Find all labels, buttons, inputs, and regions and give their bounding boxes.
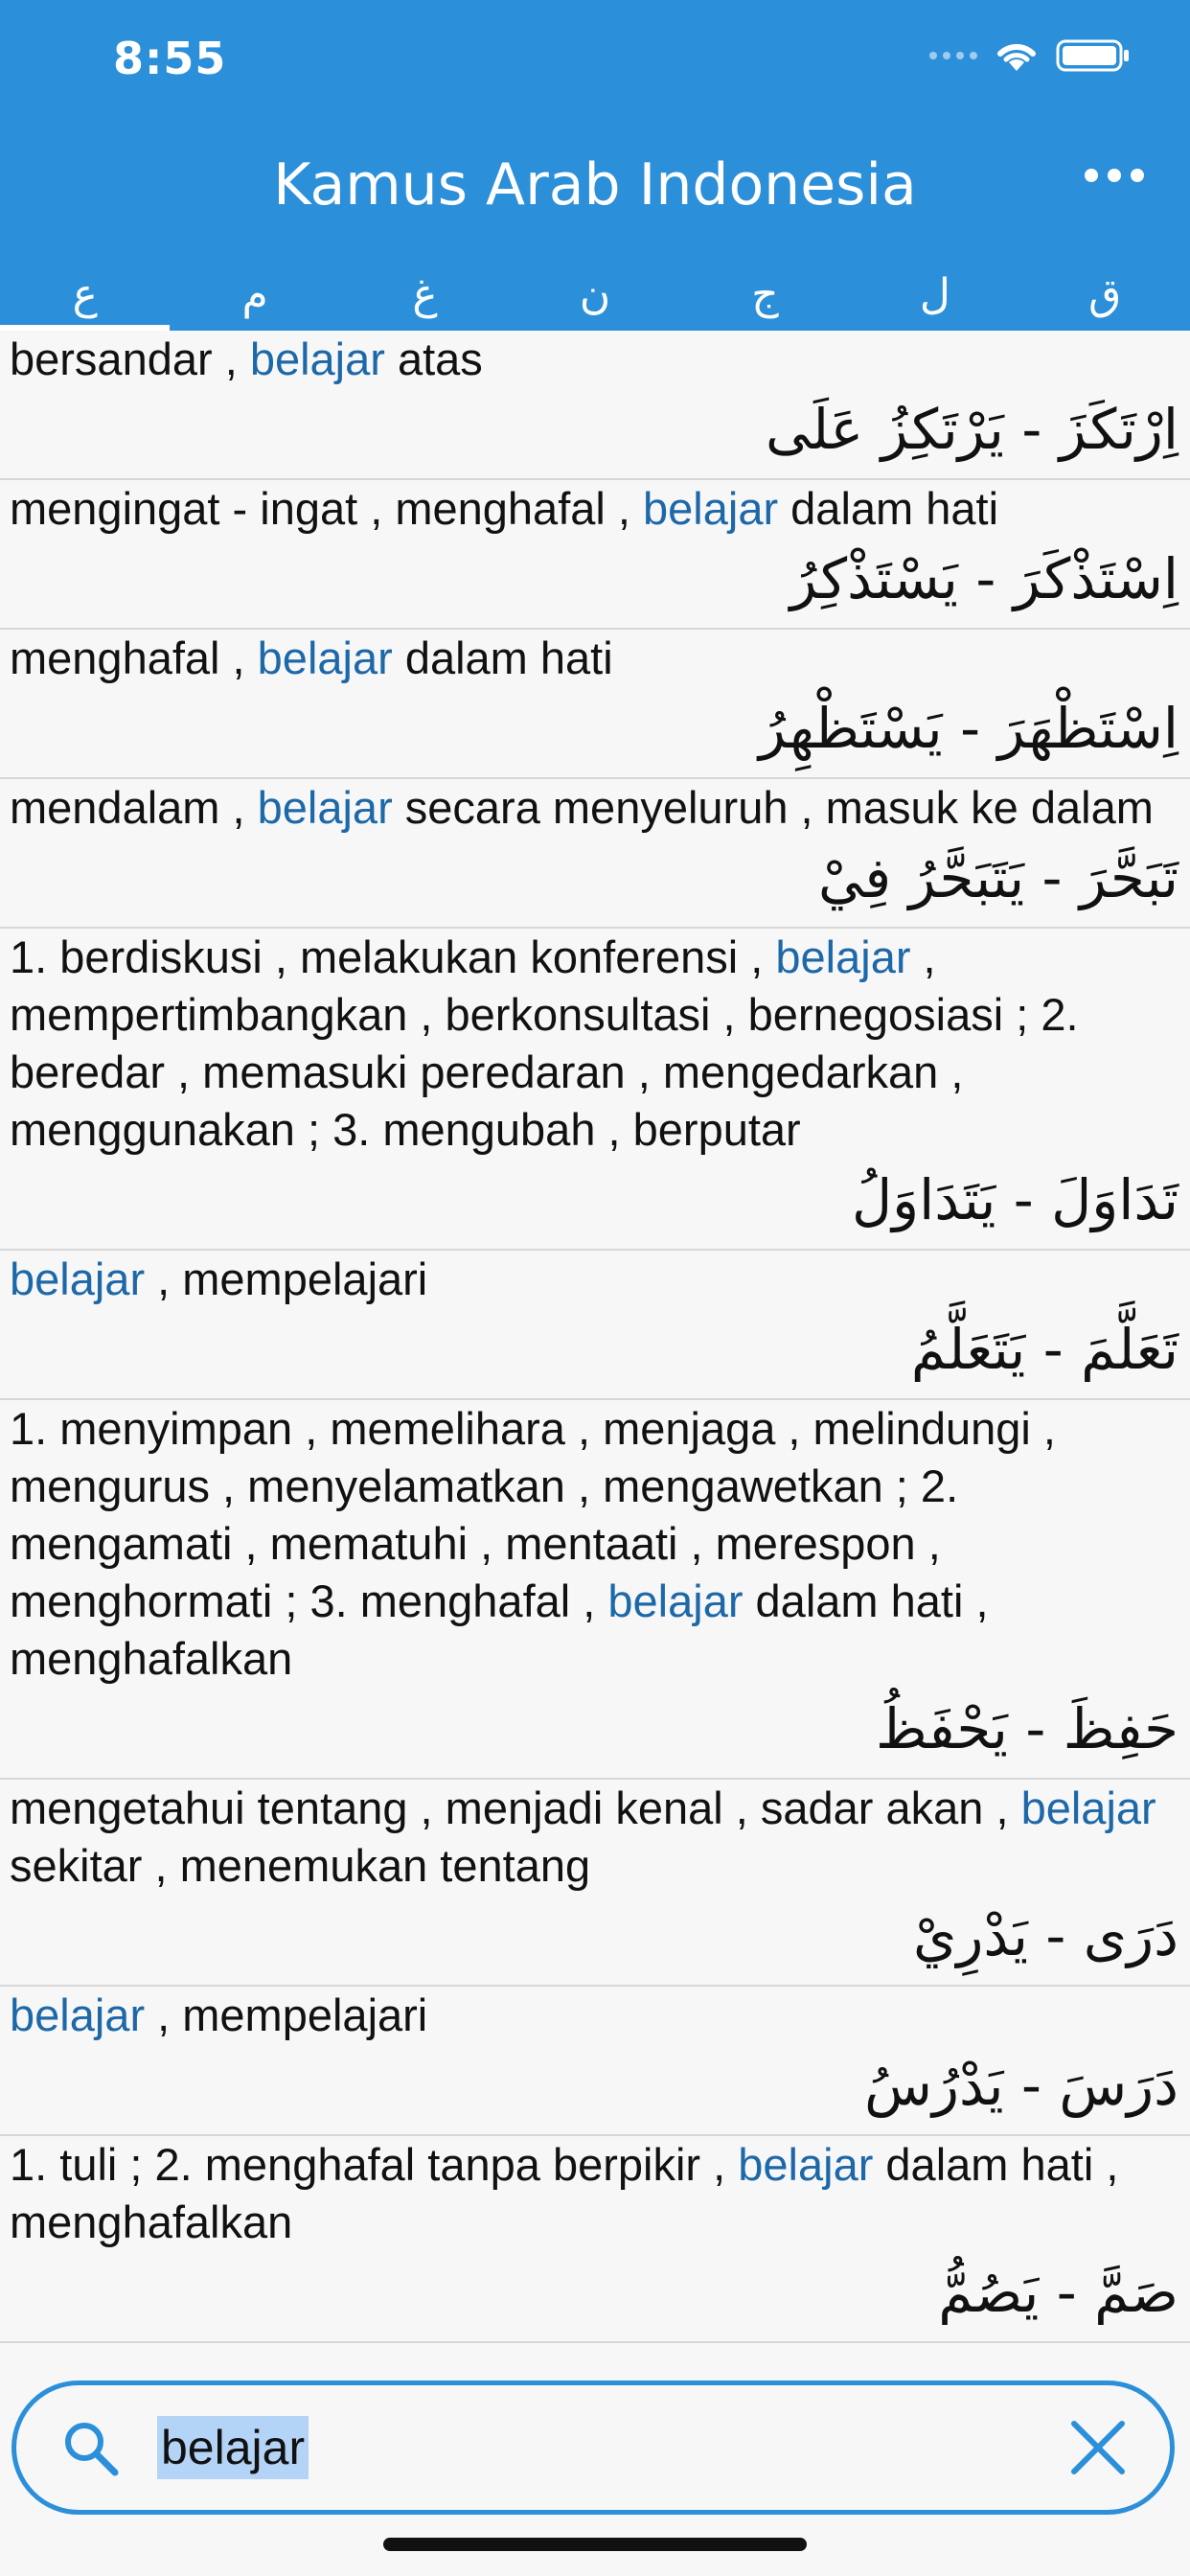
list-item[interactable]: 1. menyimpan , memelihara , menjaga , me…	[0, 1400, 1190, 1780]
entry-meaning: 1. menyimpan , memelihara , menjaga , me…	[10, 1403, 1056, 1684]
search-highlight: belajar	[10, 1990, 146, 2040]
entry-arabic: حَفِظَ - يَحْفَظُ	[875, 1696, 1179, 1761]
tab-mim[interactable]: م	[170, 259, 339, 331]
tab-qaf[interactable]: ق	[1020, 259, 1190, 331]
home-indicator	[383, 2538, 807, 2551]
tab-nun[interactable]: ن	[510, 259, 679, 331]
battery-icon	[1056, 39, 1129, 72]
entry-arabic: اِسْتَذْكَرَ - يَسْتَذْكِرُ	[790, 546, 1179, 611]
more-horizontal-icon[interactable]	[1085, 161, 1144, 190]
entry-meaning: belajar , mempelajari	[10, 1990, 428, 2040]
search-highlight: belajar	[10, 1254, 146, 1304]
list-item[interactable]: belajar , mempelajari دَرَسَ - يَدْرُسُ	[0, 1987, 1190, 2136]
list-item[interactable]: mendalam , belajar secara menyeluruh , m…	[0, 779, 1190, 929]
search-highlight: belajar	[1020, 1782, 1156, 1833]
entry-arabic: تَدَاوَلَ - يَتَدَاوَلُ	[851, 1167, 1179, 1232]
entry-meaning: mengetahui tentang , menjadi kenal , sad…	[10, 1782, 1156, 1891]
search-icon[interactable]	[59, 2417, 121, 2478]
entry-meaning: belajar , mempelajari	[10, 1254, 428, 1304]
search-highlight: belajar	[775, 932, 911, 982]
tab-lam[interactable]: ل	[850, 259, 1019, 331]
list-item[interactable]: mengetahui tentang , menjadi kenal , sad…	[0, 1780, 1190, 1987]
tab-ain[interactable]: ع	[0, 259, 171, 331]
search-highlight: belajar	[643, 483, 779, 534]
list-item[interactable]: mengingat - ingat , menghafal , belajar …	[0, 480, 1190, 630]
tab-jim[interactable]: ج	[680, 259, 850, 331]
list-item[interactable]: menghafal , belajar dalam hati اِسْتَظْه…	[0, 630, 1190, 779]
letter-tabs: ع م غ ن ج ل ق	[0, 259, 1190, 331]
list-item[interactable]: belajar , mempelajari تَعَلَّمَ - يَتَعَ…	[0, 1251, 1190, 1400]
entry-meaning: bersandar , belajar atas	[10, 334, 483, 384]
wifi-icon	[997, 43, 1036, 71]
entry-arabic: صَمَّ - يَصُمُّ	[938, 2260, 1179, 2325]
entry-arabic: دَرَى - يَدْرِيْ	[912, 1903, 1179, 1968]
entry-arabic: اِسْتَظْهَرَ - يَسْتَظْهِرُ	[758, 696, 1179, 761]
entry-arabic: تَبَحَّرَ - يَتَبَحَّرُ فِيْ	[818, 845, 1179, 910]
entry-meaning: menghafal , belajar dalam hati	[10, 632, 613, 683]
status-time: 8:55	[113, 33, 227, 84]
entry-arabic: تَعَلَّمَ - يَتَعَلَّمُ	[910, 1317, 1179, 1382]
search-highlight: belajar	[257, 632, 393, 683]
entry-meaning: 1. berdiskusi , melakukan konferensi , b…	[10, 932, 1079, 1155]
page-title: Kamus Arab Indonesia	[273, 151, 917, 218]
cellular-signal-icon	[929, 52, 977, 59]
search-highlight: belajar	[257, 782, 393, 833]
entry-meaning: 1. tuli ; 2. menghafal tanpa berpikir , …	[10, 2139, 1119, 2247]
search-input[interactable]: belajar	[157, 2416, 309, 2479]
entry-arabic: دَرَسَ - يَدْرُسُ	[864, 2053, 1179, 2118]
list-item[interactable]: 1. berdiskusi , melakukan konferensi , b…	[0, 929, 1190, 1251]
list-item[interactable]: 1. tuli ; 2. menghafal tanpa berpikir , …	[0, 2136, 1190, 2343]
close-icon[interactable]	[1066, 2416, 1130, 2479]
search-highlight: belajar	[607, 1576, 744, 1626]
list-item[interactable]: bersandar , belajar atas اِرْتَكَزَ - يَ…	[0, 331, 1190, 480]
search-bar[interactable]: belajar	[11, 2380, 1175, 2515]
entry-meaning: mendalam , belajar secara menyeluruh , m…	[10, 782, 1154, 833]
entry-arabic: اِرْتَكَزَ - يَرْتَكِزُ عَلَى	[765, 397, 1179, 462]
tab-ghain[interactable]: غ	[340, 259, 510, 331]
result-list[interactable]: bersandar , belajar atas اِرْتَكَزَ - يَ…	[0, 331, 1190, 2372]
app-header: 8:55 Kamus Arab Indonesia ع م غ ن ج ل ق	[0, 0, 1190, 331]
status-icons	[929, 38, 1131, 73]
search-highlight: belajar	[738, 2139, 874, 2190]
entry-meaning: mengingat - ingat , menghafal , belajar …	[10, 483, 999, 534]
search-highlight: belajar	[249, 334, 385, 384]
